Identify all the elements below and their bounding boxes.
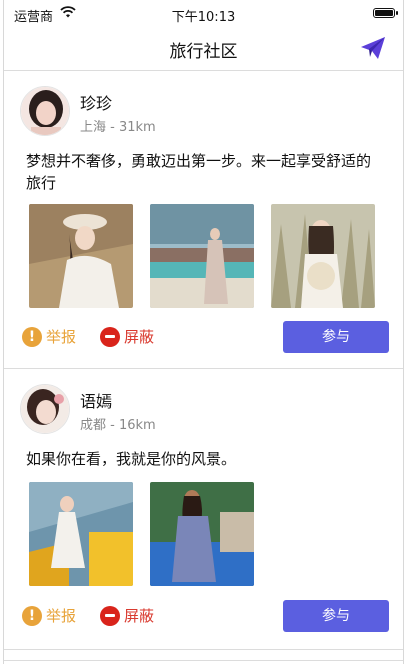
post-photo[interactable] [150,482,254,586]
exclamation-icon: ! [22,605,42,626]
post-photo[interactable] [271,204,375,308]
block-label: 屏蔽 [124,607,155,625]
user-location: 上海 - 31km [80,120,156,135]
post-text: 梦想并不奢侈，勇敢迈出第一步。来一起享受舒适的旅行 [26,152,372,192]
report-label: 举报 [46,328,77,346]
post-text: 如果你在看，我就是你的风景。 [26,450,237,468]
battery-icon [373,8,398,18]
avatar[interactable] [20,384,70,434]
post-card: 语嫣 成都 - 16km 如果你在看，我就是你的风景。 ! 举报 屏蔽 参与 [4,369,403,650]
post-photo[interactable] [29,482,133,586]
minus-circle-icon [100,326,120,347]
exclamation-icon: ! [22,326,42,347]
tab-bar [4,660,403,665]
post-card: 珍珍 上海 - 31km 梦想并不奢侈，勇敢迈出第一步。来一起享受舒适的旅行 !… [4,71,403,369]
report-button[interactable]: ! 举报 [22,326,76,347]
status-bar: 运营商 下午10:13 [4,0,403,26]
block-label: 屏蔽 [124,328,155,346]
user-name[interactable]: 珍珍 [80,90,112,114]
block-button[interactable]: 屏蔽 [100,605,154,626]
nav-bar: 旅行社区 [4,26,403,71]
user-location: 成都 - 16km [80,418,156,433]
paper-plane-icon[interactable] [359,35,387,61]
join-button[interactable]: 参与 [283,600,389,632]
join-button[interactable]: 参与 [283,321,389,353]
post-photo[interactable] [29,204,133,308]
avatar[interactable] [20,86,70,136]
status-time: 下午10:13 [171,10,236,25]
user-name[interactable]: 语嫣 [80,388,112,412]
app-frame: 运营商 下午10:13 旅行社区 珍珍 上海 - 31km 梦想并不奢侈，勇敢迈… [3,0,404,664]
minus-circle-icon [100,605,120,626]
post-photo[interactable] [150,204,254,308]
report-label: 举报 [46,607,77,625]
report-button[interactable]: ! 举报 [22,605,76,626]
page-title: 旅行社区 [169,42,238,62]
block-button[interactable]: 屏蔽 [100,326,154,347]
